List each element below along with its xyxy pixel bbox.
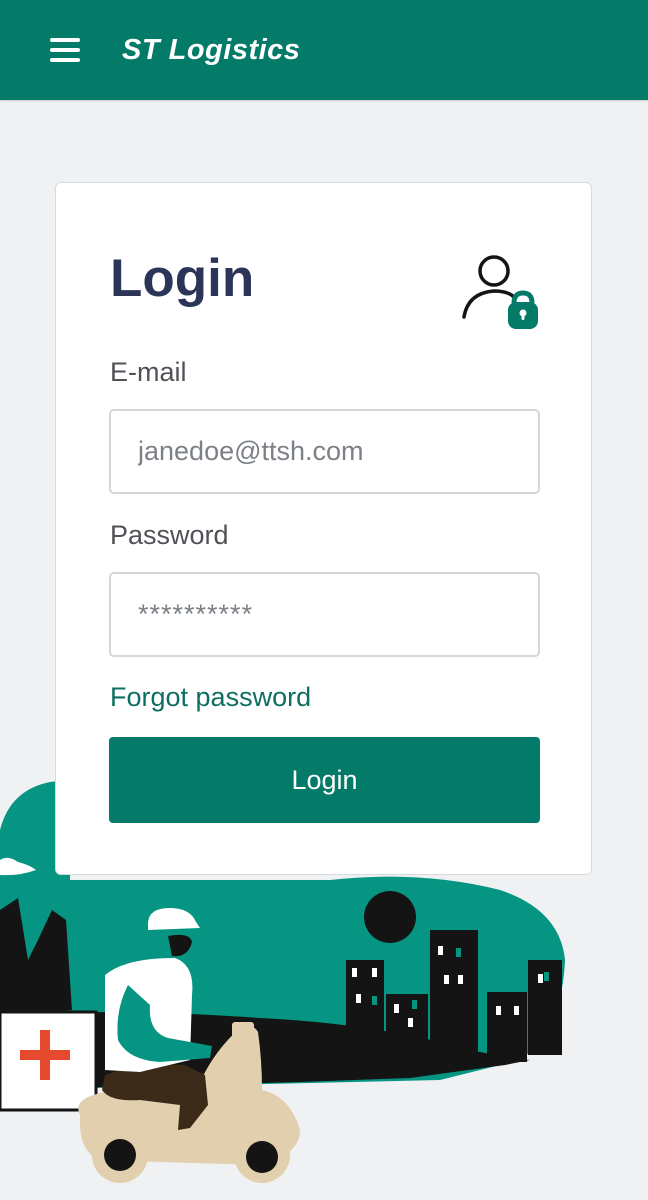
- menu-line: [50, 48, 80, 52]
- menu-line: [50, 38, 80, 42]
- password-label: Password: [110, 520, 229, 550]
- top-app-bar: ST Logistics: [0, 0, 648, 100]
- hamburger-menu-icon[interactable]: [50, 38, 80, 62]
- login-card: Login E-mail Password Forgot password Lo…: [55, 182, 592, 875]
- menu-line: [50, 58, 80, 62]
- forgot-password-link[interactable]: Forgot password: [110, 680, 311, 714]
- email-input[interactable]: [109, 409, 540, 494]
- email-label: E-mail: [110, 357, 187, 387]
- login-title: Login: [110, 249, 255, 308]
- moon-shape: [364, 891, 416, 943]
- password-input[interactable]: [109, 572, 540, 657]
- login-page: ST Logistics Login E-mail janedoe@ttsh.c…: [0, 0, 648, 1200]
- login-button[interactable]: Login: [109, 737, 540, 823]
- brand-logo[interactable]: ST Logistics: [122, 30, 300, 70]
- user-lock-icon: [462, 255, 538, 329]
